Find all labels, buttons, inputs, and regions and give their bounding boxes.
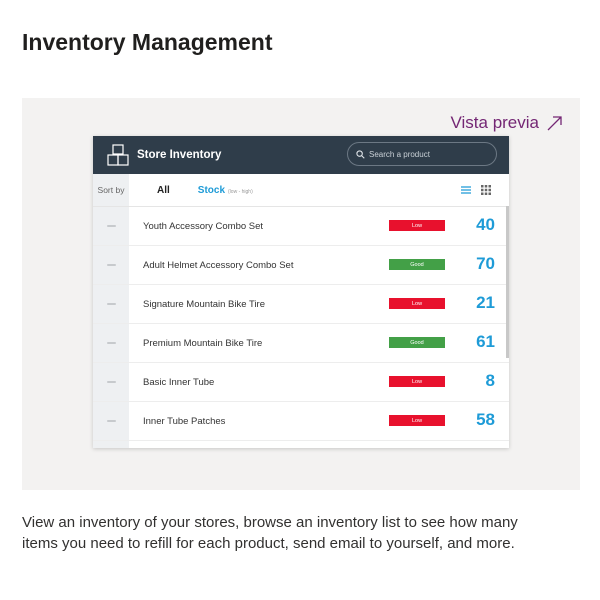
app-title: Store Inventory	[137, 149, 222, 161]
boxes-icon	[107, 144, 129, 166]
external-link-icon	[547, 115, 562, 130]
list-view-icon[interactable]	[461, 185, 471, 195]
status-badge: Low	[389, 415, 445, 426]
quantity: 58	[476, 410, 495, 429]
sort-by-label: Sort by	[93, 174, 129, 206]
product-thumbnail	[93, 246, 129, 284]
product-name: Adult Helmet Accessory Combo Set	[143, 259, 294, 271]
list-item[interactable]: Signature Mountain Bike Tire Low 21	[93, 285, 509, 324]
product-thumbnail	[93, 285, 129, 323]
quantity: 8	[485, 371, 495, 390]
search-input[interactable]	[369, 149, 489, 159]
product-name: Signature Mountain Bike Tire	[143, 298, 265, 310]
tab-stock-label: Stock	[197, 184, 226, 196]
product-thumbnail	[93, 441, 129, 448]
inventory-list: Youth Accessory Combo Set Low 40 Adult H…	[93, 207, 509, 448]
sort-bar: Sort by All Stock (low - high)	[93, 174, 509, 207]
list-item[interactable]: Premium Mountain Bike Tire Good 61	[93, 324, 509, 363]
search-icon	[356, 149, 365, 159]
scrollbar[interactable]	[506, 206, 509, 358]
page-description: View an inventory of your stores, browse…	[22, 514, 518, 552]
status-badge: Low	[389, 376, 445, 387]
quantity: 40	[476, 215, 495, 234]
tab-stock[interactable]: Stock (low - high)	[198, 185, 253, 196]
grid-view-icon[interactable]	[481, 185, 491, 195]
list-item[interactable]: Inner Tube Patches Low 58	[93, 402, 509, 441]
quantity: 70	[476, 254, 495, 273]
app-header: Store Inventory	[93, 136, 509, 174]
product-thumbnail	[93, 363, 129, 401]
app-preview-card: Store Inventory Sort by All Stock(low - …	[93, 136, 509, 448]
product-name: Inner Tube Patches	[143, 415, 226, 427]
list-item[interactable]: Basic Inner Tube Low 8	[93, 363, 509, 402]
quantity: 21	[476, 293, 495, 312]
list-item[interactable]	[93, 441, 509, 448]
list-item[interactable]: Adult Helmet Accessory Combo Set Good 70	[93, 246, 509, 285]
product-name: Youth Accessory Combo Set	[143, 220, 264, 232]
tab-stock-hint: (low - high)	[228, 188, 253, 195]
quantity: 61	[476, 332, 495, 351]
list-item[interactable]: Youth Accessory Combo Set Low 40	[93, 207, 509, 246]
view-toggle	[461, 185, 491, 195]
status-badge: Good	[389, 259, 445, 270]
page-title: Inventory Management	[22, 29, 273, 55]
preview-label: Vista previa	[450, 113, 539, 132]
search-box[interactable]	[347, 142, 497, 166]
status-badge: Good	[389, 337, 445, 348]
preview-panel: Vista previa Store Inventory Sort by A	[22, 98, 580, 490]
preview-link[interactable]: Vista previa	[450, 113, 562, 133]
tab-all[interactable]: All	[157, 185, 170, 196]
status-badge: Low	[389, 220, 445, 231]
product-thumbnail	[93, 324, 129, 362]
product-name: Premium Mountain Bike Tire	[143, 337, 263, 349]
product-thumbnail	[93, 402, 129, 440]
status-badge: Low	[389, 298, 445, 309]
product-thumbnail	[93, 207, 129, 245]
product-name: Basic Inner Tube	[143, 376, 215, 388]
